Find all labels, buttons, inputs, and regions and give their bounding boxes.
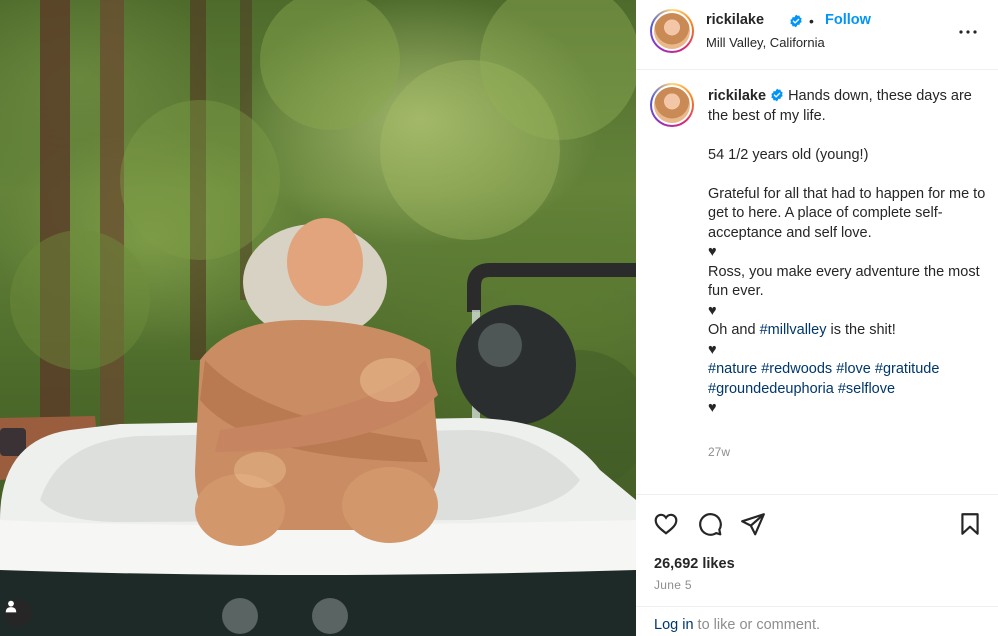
- person-icon: [5, 600, 17, 613]
- photo-illustration: [0, 0, 636, 636]
- post-date: June 5: [654, 578, 692, 592]
- caption-username[interactable]: rickilake: [708, 88, 766, 104]
- verified-badge-icon: [790, 14, 802, 28]
- heart-outline-icon[interactable]: [653, 511, 679, 537]
- heart-line: ♥: [708, 400, 717, 416]
- post-photo[interactable]: [0, 0, 636, 636]
- caption-line: 54 1/2 years old (young!): [708, 146, 869, 163]
- caption-text: rickilake Hands down, these days are the …: [708, 87, 988, 419]
- hashtag-link[interactable]: #selflove: [838, 381, 895, 397]
- post-location[interactable]: Mill Valley, California: [706, 35, 825, 50]
- post-timestamp[interactable]: 27w: [708, 445, 730, 459]
- author-avatar[interactable]: [650, 9, 694, 53]
- hashtag-link[interactable]: #love: [836, 361, 871, 377]
- separator-dot: •: [809, 13, 814, 29]
- caption-section: rickilake Hands down, these days are the …: [636, 71, 998, 495]
- bookmark-icon[interactable]: [957, 511, 983, 537]
- comment-bubble-icon[interactable]: [697, 511, 723, 537]
- caption-avatar[interactable]: [650, 83, 694, 127]
- action-bar: [636, 500, 998, 550]
- caption-line: Ross, you make every adventure the most …: [708, 263, 980, 300]
- likes-count[interactable]: 26,692 likes: [654, 556, 735, 572]
- heart-line: ♥: [708, 341, 717, 358]
- follow-button[interactable]: Follow: [825, 12, 871, 28]
- heart-line: ♥: [708, 244, 717, 260]
- hashtag-link[interactable]: #nature: [708, 361, 757, 377]
- caption-line: is the shit!: [826, 322, 896, 338]
- hashtag-link[interactable]: #millvalley: [760, 322, 827, 338]
- hashtag-link[interactable]: #gratitude: [875, 361, 940, 377]
- post-header: rickilake • Follow Mill Valley, Californ…: [636, 0, 998, 70]
- caption-line: Oh and: [708, 322, 760, 338]
- caption-line: Grateful for all that had to happen for …: [708, 185, 986, 241]
- hashtag-link[interactable]: #redwoods: [761, 361, 832, 377]
- login-link[interactable]: Log in: [654, 617, 694, 633]
- login-prompt: Log in to like or comment.: [636, 606, 998, 636]
- hashtag-link[interactable]: #groundedeuphoria: [708, 381, 834, 397]
- verified-badge-icon: [771, 88, 783, 102]
- post-side-panel: rickilake • Follow Mill Valley, Californ…: [636, 0, 998, 636]
- author-username[interactable]: rickilake: [706, 12, 764, 28]
- more-options-icon[interactable]: [956, 20, 980, 44]
- tagged-profile-button[interactable]: [4, 599, 32, 627]
- heart-line: ♥: [708, 302, 717, 319]
- login-prompt-text: to like or comment.: [693, 617, 821, 633]
- paper-plane-icon[interactable]: [740, 511, 766, 537]
